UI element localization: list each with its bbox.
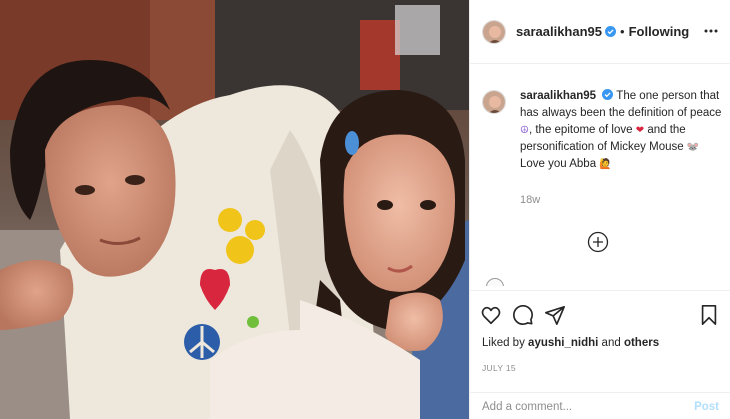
caption-text: saraalikhan95 The one person that has al… (520, 88, 725, 173)
peace-emoji: ☮ (520, 125, 529, 136)
header-separator: • (620, 24, 625, 39)
liked-by-others[interactable]: others (624, 337, 659, 349)
caption-text-2: , the epitome of love (528, 124, 633, 136)
comment-input[interactable] (482, 401, 682, 413)
heart-emoji: ❤ (635, 125, 645, 136)
share-icon[interactable] (544, 304, 566, 326)
plus-circle-icon[interactable] (587, 231, 609, 253)
post-header: saraalikhan95 • Following (470, 0, 730, 64)
heart-icon[interactable] (480, 304, 502, 326)
likes-summary: Liked by ayushi_nidhi and others (482, 337, 659, 349)
raising-hand-emoji: 🙋 (599, 159, 612, 170)
avatar-image (483, 20, 505, 43)
caption-username[interactable]: saraalikhan95 (520, 90, 596, 102)
instagram-post-viewer: saraalikhan95 • Following saraalikhan95 … (0, 0, 730, 419)
verified-badge-icon (605, 26, 617, 37)
following-button[interactable]: Following (629, 24, 690, 39)
next-comment-avatar (486, 278, 504, 286)
caption: saraalikhan95 The one person that has al… (482, 88, 725, 173)
header-username[interactable]: saraalikhan95 (516, 24, 602, 39)
comments-section: saraalikhan95 The one person that has al… (470, 64, 730, 286)
comment-icon[interactable] (512, 304, 534, 326)
post-comment-button[interactable]: Post (694, 401, 719, 413)
post-side-panel: saraalikhan95 • Following saraalikhan95 … (469, 0, 730, 419)
bookmark-icon[interactable] (698, 304, 720, 326)
mouse-emoji: 🐭 (686, 142, 700, 153)
post-date[interactable]: JULY 15 (482, 363, 516, 373)
comment-bar: Post (470, 392, 730, 419)
liked-by-user[interactable]: ayushi_nidhi (528, 337, 598, 349)
more-options-icon[interactable] (704, 24, 718, 38)
caption-avatar[interactable] (482, 90, 506, 114)
liked-by-and: and (601, 337, 621, 349)
avatar-image (483, 91, 505, 113)
liked-by-prefix: Liked by (482, 337, 525, 349)
post-photo-illustration (0, 0, 469, 419)
post-photo[interactable] (0, 0, 469, 419)
time-ago[interactable]: 18w (520, 194, 540, 206)
action-bar (470, 290, 730, 338)
avatar[interactable] (482, 19, 506, 44)
verified-badge-icon (602, 89, 614, 100)
caption-text-4: Love you Abba (520, 158, 597, 170)
